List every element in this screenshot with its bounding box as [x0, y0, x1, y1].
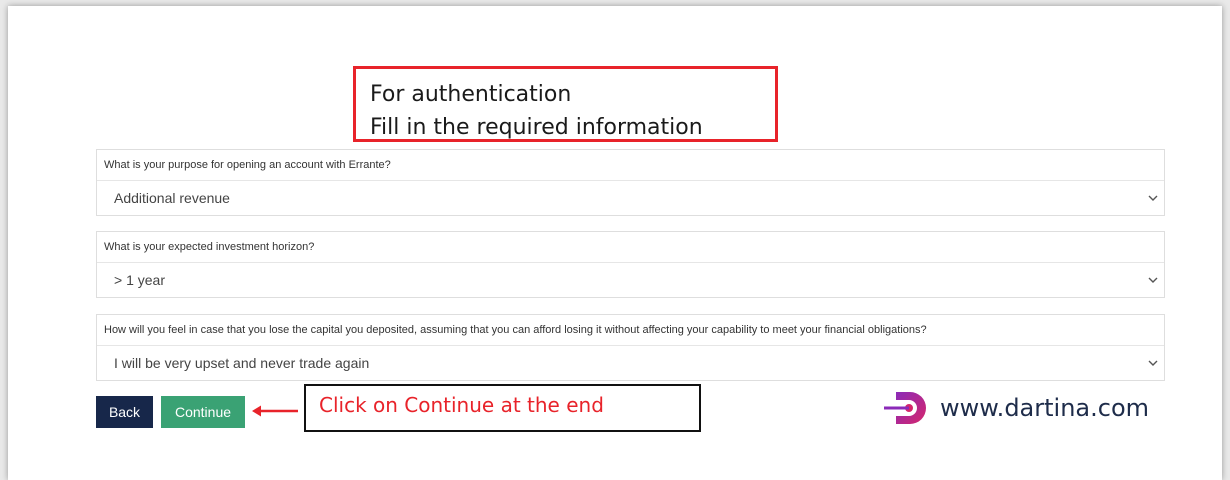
- arrow-left-icon: [252, 405, 298, 417]
- annotation-line-2: Fill in the required information: [370, 115, 703, 140]
- question-purpose: What is your purpose for opening an acco…: [96, 149, 1165, 216]
- purpose-select[interactable]: Additional revenue: [97, 181, 1164, 215]
- horizon-select[interactable]: > 1 year: [97, 263, 1164, 297]
- dartina-logo-icon: [884, 392, 926, 424]
- chevron-down-icon: [1148, 195, 1158, 201]
- question-horizon-label: What is your expected investment horizon…: [97, 232, 1164, 263]
- question-capital-loss: How will you feel in case that you lose …: [96, 314, 1165, 381]
- horizon-select-value: > 1 year: [114, 272, 165, 288]
- watermark: www.dartina.com: [882, 388, 1149, 428]
- question-purpose-label: What is your purpose for opening an acco…: [97, 150, 1164, 181]
- annotation-callout-bottom: Click on Continue at the end: [304, 384, 701, 432]
- chevron-down-icon: [1148, 360, 1158, 366]
- chevron-down-icon: [1148, 277, 1158, 283]
- back-button[interactable]: Back: [96, 396, 153, 428]
- continue-button[interactable]: Continue: [161, 396, 245, 428]
- annotation-line-1: For authentication: [370, 82, 572, 107]
- capital-loss-select[interactable]: I will be very upset and never trade aga…: [97, 346, 1164, 380]
- question-capital-loss-label: How will you feel in case that you lose …: [97, 315, 1164, 346]
- question-horizon: What is your expected investment horizon…: [96, 231, 1165, 298]
- watermark-text: www.dartina.com: [940, 394, 1150, 422]
- capital-loss-select-value: I will be very upset and never trade aga…: [114, 355, 370, 371]
- annotation-callout-top: For authentication Fill in the required …: [353, 66, 778, 142]
- purpose-select-value: Additional revenue: [114, 190, 230, 206]
